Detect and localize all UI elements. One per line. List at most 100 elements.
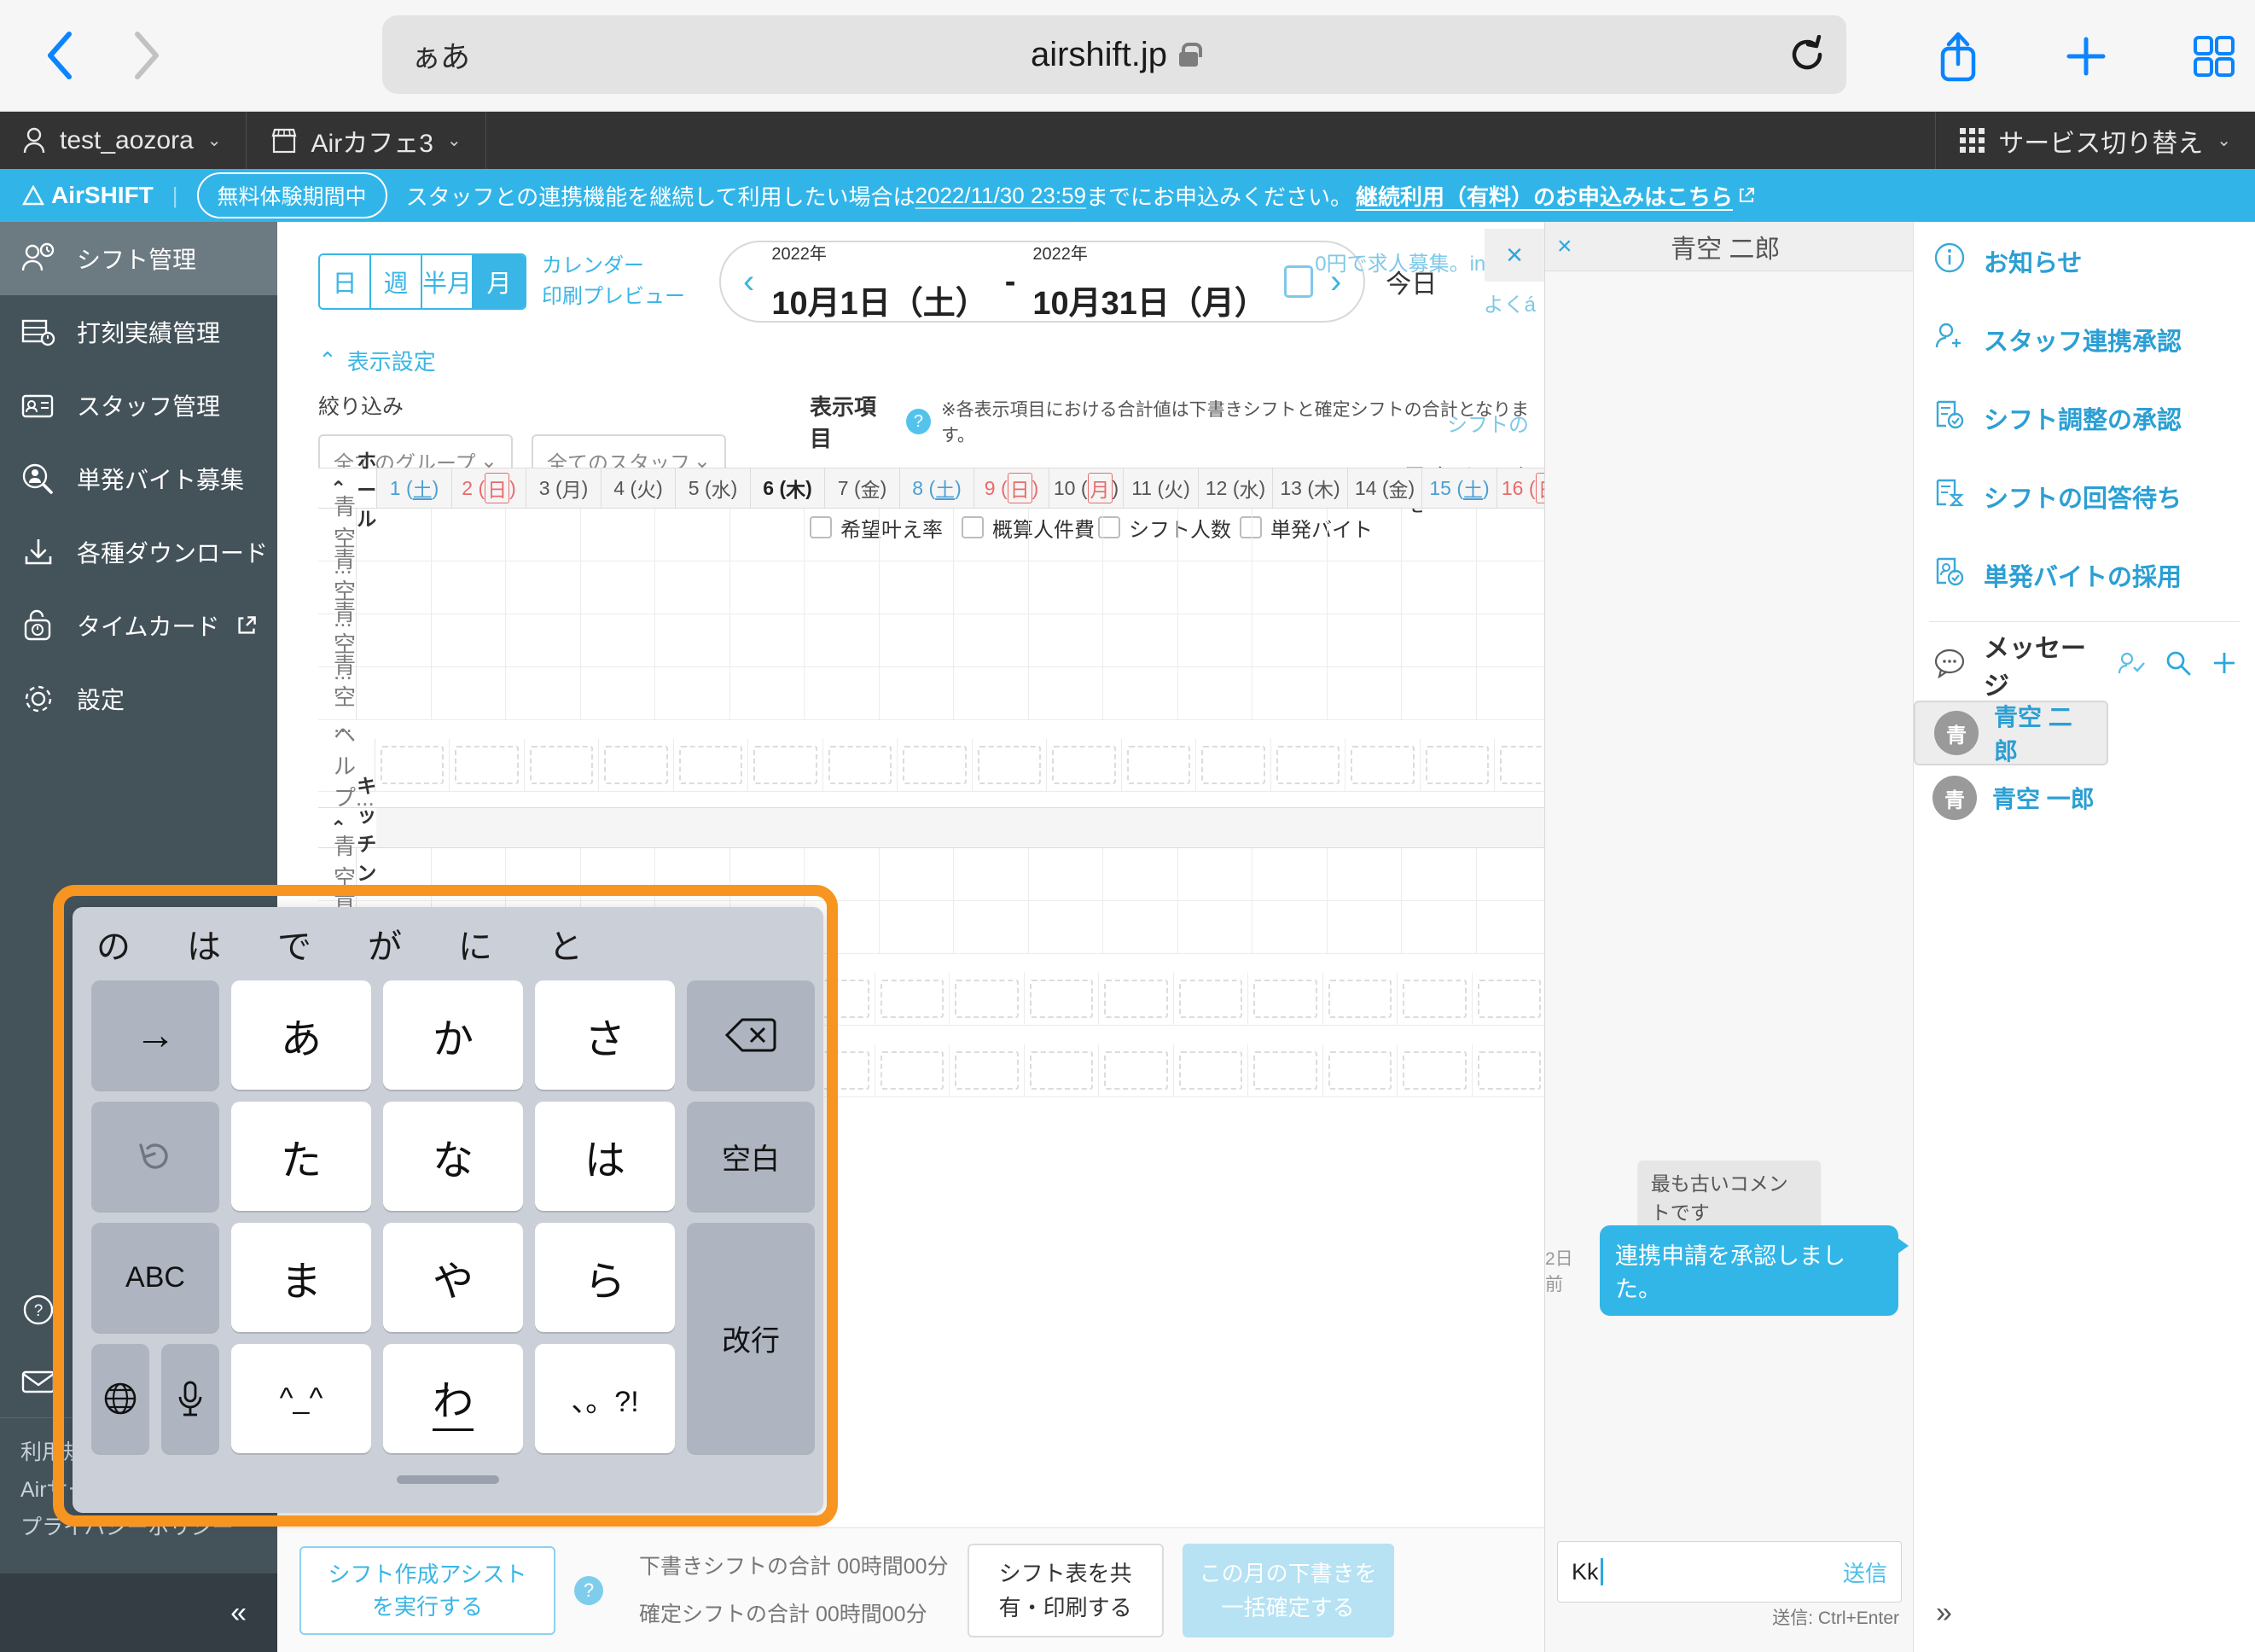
key-return[interactable]: 改行 xyxy=(687,1223,815,1453)
shift-cell[interactable] xyxy=(805,509,880,561)
contact-aozora-jiro[interactable]: 青 青空 二郎 xyxy=(1914,701,2108,765)
shift-cell[interactable] xyxy=(1103,901,1178,953)
day-header-6[interactable]: 6 (木) xyxy=(749,468,825,508)
shift-cell-empty[interactable] xyxy=(1323,1044,1398,1096)
rp-item-announcements[interactable]: お知らせ xyxy=(1914,222,2255,300)
rp-item-spot-job-hire[interactable]: 単発バイトの採用 xyxy=(1914,536,2255,614)
shift-cell-empty[interactable] xyxy=(375,739,450,791)
suggestion-5[interactable]: と xyxy=(549,919,583,969)
shift-cell[interactable] xyxy=(1178,509,1253,561)
shift-cell[interactable] xyxy=(357,614,432,666)
contact-aozora-ichiro[interactable]: 青 青空 一郎 xyxy=(1914,765,2255,830)
day-header-8[interactable]: 8 (土) xyxy=(898,468,974,508)
shift-cell[interactable] xyxy=(655,561,730,614)
shift-cell[interactable] xyxy=(1252,614,1328,666)
confirm-month-button[interactable]: この月の下書きを 一括確定する xyxy=(1182,1543,1394,1637)
shift-cell[interactable] xyxy=(954,901,1029,953)
shift-cell[interactable] xyxy=(432,667,507,719)
shift-cell[interactable] xyxy=(506,509,581,561)
shift-cell[interactable] xyxy=(954,614,1029,666)
key-abc[interactable]: ABC xyxy=(91,1223,219,1332)
url-bar[interactable]: ぁあ airshift.jp xyxy=(382,15,1846,94)
shift-cell-empty[interactable] xyxy=(875,1044,950,1096)
shift-cell-empty[interactable] xyxy=(875,973,950,1025)
shift-cell-empty[interactable] xyxy=(1196,739,1271,791)
shift-cell[interactable] xyxy=(1328,509,1403,561)
shift-cell[interactable] xyxy=(1477,509,1544,561)
rp-item-shift-waiting[interactable]: シフトの回答待ち xyxy=(1914,457,2255,536)
day-header-12[interactable]: 12 (水) xyxy=(1197,468,1273,508)
row-cells[interactable] xyxy=(375,739,1544,791)
share-icon[interactable] xyxy=(1894,15,2022,97)
shift-cell[interactable] xyxy=(954,561,1029,614)
globe-icon[interactable] xyxy=(91,1344,149,1453)
shift-cell[interactable] xyxy=(730,509,805,561)
table-row[interactable]: 青空 ... xyxy=(318,494,1544,579)
calendar-print-preview-link[interactable]: カレンダー 印刷プレビュー xyxy=(542,251,685,312)
legal-privacy[interactable]: プライバシーポリシー xyxy=(20,1509,277,1546)
shift-cell-empty[interactable] xyxy=(950,973,1025,1025)
day-header-3[interactable]: 3 (月) xyxy=(526,468,601,508)
shift-cell[interactable] xyxy=(581,614,656,666)
shift-cell[interactable] xyxy=(1477,561,1544,614)
shift-cell[interactable] xyxy=(880,848,955,900)
shift-cell[interactable] xyxy=(1477,901,1544,953)
shift-cell[interactable] xyxy=(1103,848,1178,900)
shift-cell[interactable] xyxy=(1477,848,1544,900)
sidebar-item-downloads[interactable]: 各種ダウンロード xyxy=(0,515,277,589)
shift-cell[interactable] xyxy=(1178,848,1253,900)
shift-cell-empty[interactable] xyxy=(674,739,749,791)
shift-cell-empty[interactable] xyxy=(1025,973,1099,1025)
key-pair-globe-mic[interactable] xyxy=(91,1344,219,1453)
close-icon[interactable]: × xyxy=(1557,232,1572,261)
shift-cell-empty[interactable] xyxy=(1345,739,1421,791)
keyboard-grid[interactable]: → あ か さ た な は 空白 ABC ま や ら 改行 ^_^ わ 、。?! xyxy=(73,980,823,1453)
shift-cell[interactable] xyxy=(730,667,805,719)
search-icon[interactable] xyxy=(2165,649,2192,681)
key-ta[interactable]: た xyxy=(231,1102,371,1211)
store-menu[interactable]: Airカフェ3 ⌄ xyxy=(247,112,486,169)
shift-cell-empty[interactable] xyxy=(1271,739,1346,791)
new-tab-plus-icon[interactable] xyxy=(2022,15,2150,97)
shift-cell[interactable] xyxy=(1103,561,1178,614)
shift-cell[interactable] xyxy=(1252,561,1328,614)
suggestion-1[interactable]: は xyxy=(187,919,221,969)
shift-cell[interactable] xyxy=(1178,901,1253,953)
table-row[interactable]: 青空 ... xyxy=(318,653,1544,737)
sidebar-collapse-button[interactable]: « xyxy=(0,1573,277,1652)
day-header-2[interactable]: 2 (日) xyxy=(450,468,526,508)
group-header-hall[interactable]: ⌃ ホール 1 (土) 2 (日) 3 (月) 4 (火) 5 (水) 6 (木) 7 (金… xyxy=(318,450,1544,530)
sidebar-item-settings[interactable]: 設定 xyxy=(0,662,277,736)
shift-cell[interactable] xyxy=(1402,667,1477,719)
row-cells[interactable] xyxy=(357,614,1544,666)
shift-cell[interactable] xyxy=(1252,848,1328,900)
shift-cell[interactable] xyxy=(805,561,880,614)
shift-cell[interactable] xyxy=(1252,667,1328,719)
day-header-15[interactable]: 15 (土) xyxy=(1421,468,1497,508)
key-cursor-right[interactable]: → xyxy=(91,980,219,1090)
view-mode-week[interactable]: 週 xyxy=(371,255,422,308)
shift-cell-empty[interactable] xyxy=(1099,1044,1174,1096)
shift-cell-empty[interactable] xyxy=(1421,739,1496,791)
shift-cell[interactable] xyxy=(1103,667,1178,719)
day-header-14[interactable]: 14 (金) xyxy=(1346,468,1422,508)
shift-cell[interactable] xyxy=(1328,901,1403,953)
add-contact-icon[interactable] xyxy=(2117,650,2146,680)
shift-cell[interactable] xyxy=(1178,614,1253,666)
shift-cell[interactable] xyxy=(655,848,730,900)
shift-cell[interactable] xyxy=(1328,561,1403,614)
shift-cell-empty[interactable] xyxy=(748,739,823,791)
row-cells[interactable] xyxy=(357,509,1544,561)
shift-cell-empty[interactable] xyxy=(973,739,1048,791)
sidebar-item-timestamp-record[interactable]: 打刻実績管理 xyxy=(0,295,277,369)
shift-cell[interactable] xyxy=(655,614,730,666)
sidebar-item-timecard[interactable]: タイムカード xyxy=(0,589,277,662)
shift-cell-empty[interactable] xyxy=(1495,739,1544,791)
shift-cell[interactable] xyxy=(1103,614,1178,666)
shift-cell[interactable] xyxy=(432,614,507,666)
help-question-icon[interactable]: ? xyxy=(574,1575,603,1605)
shift-cell[interactable] xyxy=(357,561,432,614)
shift-cell[interactable] xyxy=(581,848,656,900)
send-button[interactable]: 送信 xyxy=(1843,1556,1887,1588)
shift-cell-empty[interactable] xyxy=(1174,1044,1248,1096)
